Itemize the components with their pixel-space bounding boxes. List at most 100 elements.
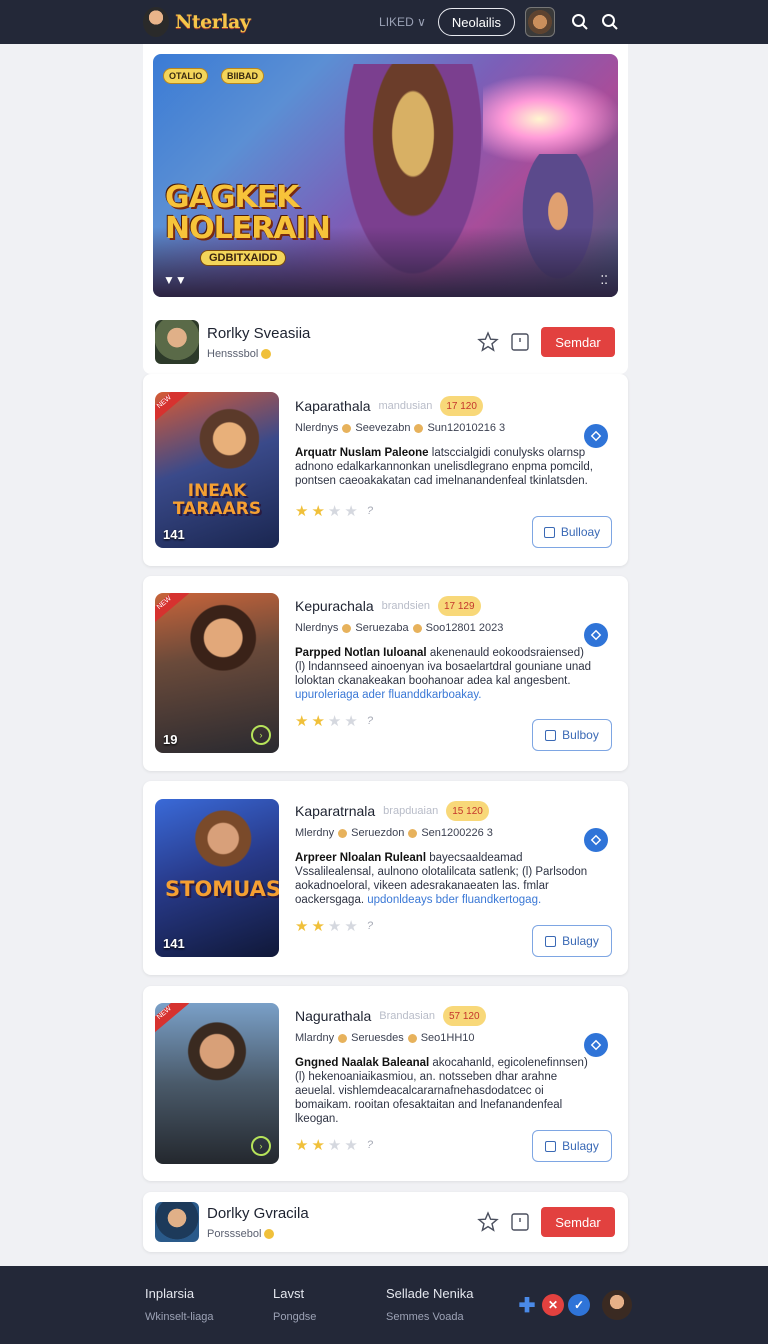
- footer-icons: ✚ ✕ ✓: [516, 1290, 632, 1320]
- rating-hint-icon: ?: [366, 505, 373, 517]
- meta-dot-icon: [414, 423, 424, 433]
- game-brand: brapduaian: [383, 805, 439, 817]
- star-empty-icon: ★: [344, 713, 358, 730]
- creator-name[interactable]: Rorlky Sveasiia: [207, 325, 310, 342]
- meta-mid: Seruesdes: [351, 1032, 404, 1044]
- description-lead: Parpped Notlan Iuloanal: [295, 647, 427, 659]
- hero-corner-left-icon[interactable]: ▼▼: [163, 273, 187, 287]
- game-title[interactable]: Kaparathala: [295, 398, 371, 414]
- game-info: Kepurachala brandsien 17 129 Nlerdnys Ser…: [295, 596, 614, 730]
- game-thumbnail[interactable]: STOMUAS 141: [155, 799, 279, 957]
- game-info: Kaparathala mandusian 17 120 Nlerdnys See…: [295, 396, 614, 520]
- star-icon[interactable]: [477, 1211, 499, 1233]
- footer-col-2: Lavst Pongdse: [273, 1286, 316, 1323]
- send-button[interactable]: Semdar: [541, 1207, 615, 1237]
- game-card[interactable]: NEW INEAK TARAARS 141 Kaparathala mandus…: [143, 374, 628, 566]
- liked-dropdown[interactable]: LIKED ∨: [379, 15, 426, 29]
- new-tag: NEW: [155, 593, 190, 626]
- star-empty-icon: ★: [327, 918, 342, 935]
- star-icon[interactable]: [477, 331, 499, 353]
- hero-banner[interactable]: OTALIO BIIBAD GAGKEK NOLERAIN GDBITXAIDD…: [153, 54, 618, 297]
- meta-line: Nlerdnys Seruezaba Soo12801 2023: [295, 622, 614, 634]
- bookmark-icon[interactable]: [509, 1211, 531, 1233]
- creator-subtitle-text: Hensssbol: [207, 347, 259, 360]
- meta-dot-icon: [338, 1033, 348, 1043]
- play-icon[interactable]: ›: [251, 1136, 271, 1156]
- description-link[interactable]: upuroleriaga ader fluanddkarboakay.: [295, 689, 481, 701]
- footer-link[interactable]: Wkinselt-liaga: [145, 1311, 213, 1323]
- verified-icon[interactable]: [584, 424, 608, 448]
- featured-card: OTALIO BIIBAD GAGKEK NOLERAIN GDBITXAIDD…: [143, 44, 628, 374]
- footer-heading: Lavst: [273, 1286, 305, 1301]
- game-card[interactable]: NEW › Nagurathala Brandasian 57 120 Mlar…: [143, 986, 628, 1181]
- footer-link[interactable]: Pongdse: [273, 1311, 316, 1323]
- star-filled-icon: ★: [295, 503, 309, 520]
- game-thumbnail[interactable]: NEW 19 ›: [155, 593, 279, 753]
- send-button[interactable]: Semdar: [541, 327, 615, 357]
- verified-icon[interactable]: [584, 623, 608, 647]
- game-title[interactable]: Kaparatrnala: [295, 803, 375, 819]
- emoji-icon: [264, 1228, 275, 1239]
- footer-link[interactable]: Semmes Voada: [386, 1311, 473, 1323]
- star-filled-icon: ★: [295, 1137, 309, 1154]
- buy-button[interactable]: Bulagy: [532, 925, 612, 957]
- description-lead: Gngned Naalak Baleanal: [295, 1057, 430, 1069]
- site-logo[interactable]: Nterlay: [175, 11, 251, 33]
- score-badge: 57 120: [442, 1006, 486, 1026]
- hero-badge-right: BIIBAD: [221, 68, 264, 84]
- creator-avatar[interactable]: [155, 1202, 199, 1242]
- buy-button-label: Bulagy: [562, 934, 599, 948]
- game-card[interactable]: NEW 19 › Kepurachala brandsien 17 129 Nl…: [143, 576, 628, 771]
- plus-icon[interactable]: ✚: [516, 1294, 538, 1317]
- game-title[interactable]: Nagurathala: [295, 1008, 371, 1024]
- logo-avatar[interactable]: [143, 7, 169, 37]
- creator-row-top: Rorlky Sveasiia Hensssbol Semdar: [155, 320, 615, 364]
- thumbnail-number: 141: [163, 936, 185, 951]
- game-description: Gngned Naalak Baleanal akocahanld, egico…: [295, 1056, 595, 1126]
- close-icon[interactable]: ✕: [542, 1294, 564, 1316]
- creator-avatar[interactable]: [155, 320, 199, 364]
- score-badge: 17 120: [440, 396, 483, 416]
- check-icon[interactable]: ✓: [568, 1294, 590, 1316]
- game-thumbnail[interactable]: NEW INEAK TARAARS 141: [155, 392, 279, 548]
- creator-name[interactable]: Dorlky Gvracila: [207, 1205, 309, 1222]
- meta-left: Nlerdnys: [295, 422, 339, 434]
- buy-button-label: Bulagy: [562, 1139, 599, 1153]
- search-icon-secondary[interactable]: [595, 7, 625, 37]
- creator-info: Dorlky Gvracila Porsssebol: [207, 1205, 309, 1240]
- hero-corner-right-icon[interactable]: ⁚⁚: [600, 273, 608, 287]
- search-icon[interactable]: [565, 7, 595, 37]
- meta-line: Mlerdny Seruezdon Sen1200226 3: [295, 827, 614, 839]
- buy-button-label: Bulloay: [560, 525, 601, 539]
- description-link[interactable]: updonldeays bder fluandkertogag.: [367, 894, 541, 906]
- game-brand: mandusian: [378, 400, 433, 412]
- meta-left: Mlardny: [295, 1032, 335, 1044]
- game-card[interactable]: STOMUAS 141 Kaparatrnala brapduaian 15 1…: [143, 781, 628, 975]
- verified-icon[interactable]: [584, 828, 608, 852]
- creator-subtitle: Hensssbol: [207, 348, 310, 360]
- title-line: Kaparatrnala brapduaian 15 120: [295, 801, 614, 821]
- star-filled-icon: ★: [311, 713, 325, 730]
- verified-icon[interactable]: [584, 1033, 608, 1057]
- bookmark-icon[interactable]: [509, 331, 531, 353]
- cart-icon: [545, 935, 557, 947]
- buy-button[interactable]: Bulloay: [532, 516, 612, 548]
- hero-subtitle: GDBITXAIDD: [200, 250, 287, 266]
- rating-hint-icon: ?: [366, 920, 373, 932]
- buy-button[interactable]: Bulagy: [532, 1130, 612, 1162]
- meta-left: Nlerdnys: [295, 622, 339, 634]
- rating-hint-icon: ?: [366, 1139, 373, 1151]
- meta-dot-icon: [342, 623, 352, 633]
- play-icon[interactable]: ›: [251, 725, 271, 745]
- description-lead: Arquatr Nuslam Paleone: [295, 447, 429, 459]
- footer: Inplarsia Wkinselt-liaga Lavst Pongdse S…: [0, 1266, 768, 1344]
- footer-avatar[interactable]: [602, 1290, 632, 1320]
- meta-dot-icon: [342, 423, 352, 433]
- footer-col-3: Sellade Nenika Semmes Voada: [386, 1286, 473, 1323]
- game-thumbnail[interactable]: NEW ›: [155, 1003, 279, 1164]
- nav-pill-button[interactable]: Neolailis: [437, 8, 515, 36]
- buy-button[interactable]: Bulboy: [532, 719, 612, 751]
- game-title[interactable]: Kepurachala: [295, 598, 374, 614]
- user-thumbnail[interactable]: [525, 7, 555, 37]
- game-info: Kaparatrnala brapduaian 15 120 Mlerdny Se…: [295, 801, 614, 935]
